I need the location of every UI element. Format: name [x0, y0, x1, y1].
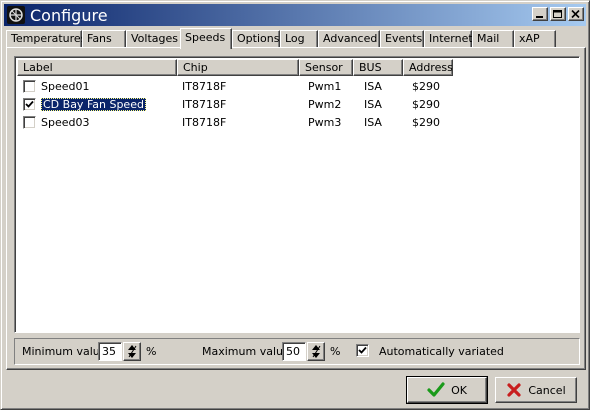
spin-arrows-icon [312, 345, 321, 358]
row-sensor: Pwm3 [308, 115, 342, 129]
speeds-tab-panel: Label Chip Sensor BUS Address Speed01 IT… [6, 47, 586, 370]
tab-label: Events [385, 32, 423, 45]
checkmark-icon [25, 100, 34, 108]
row-address: $290 [412, 79, 440, 93]
column-header-chip[interactable]: Chip [177, 59, 299, 76]
row-label: Speed01 [41, 79, 90, 93]
configure-window: Configure Temperatures Fans Voltages Spe… [0, 0, 590, 410]
list-header: Label Chip Sensor BUS Address [17, 59, 453, 76]
row-checkbox[interactable] [23, 79, 36, 93]
row-bus: ISA [364, 115, 382, 129]
maximum-percent-label: % [330, 345, 341, 358]
column-header-address[interactable]: Address [403, 59, 453, 76]
maximize-button[interactable] [550, 7, 566, 21]
row-bus: ISA [364, 79, 382, 93]
minimize-button[interactable] [532, 7, 548, 21]
tab-label: Temperatures [11, 32, 87, 45]
automatically-variated-label: Automatically variated [379, 345, 504, 358]
speed-controls: Minimum value 35 % Maximum value 50 % Au… [14, 338, 580, 365]
automatically-variated-checkbox[interactable] [356, 344, 369, 357]
list-row[interactable]: Speed01 IT8718F Pwm1 ISA $290 [17, 77, 458, 95]
maximum-value-label: Maximum value [202, 345, 290, 358]
tab-speeds[interactable]: Speeds [180, 28, 232, 49]
tab-log[interactable]: Log [280, 30, 318, 48]
speeds-list[interactable]: Label Chip Sensor BUS Address Speed01 IT… [14, 56, 580, 333]
minimum-value-spinner[interactable] [123, 342, 141, 361]
tab-internet[interactable]: Internet [424, 30, 473, 48]
tab-label: xAP [519, 32, 540, 45]
spin-arrows-icon [128, 345, 137, 358]
maximum-value-input[interactable]: 50 [282, 342, 306, 361]
tab-label: Voltages [131, 32, 178, 45]
tab-fans[interactable]: Fans [82, 30, 126, 48]
row-checkbox[interactable] [23, 97, 36, 111]
row-label: CD Bay Fan Speed [41, 97, 146, 111]
window-title: Configure [30, 5, 108, 25]
tab-label: Fans [87, 32, 112, 45]
row-sensor: Pwm1 [308, 79, 342, 93]
ok-button-label: OK [451, 383, 467, 397]
row-chip: IT8718F [182, 79, 227, 93]
tab-label: Mail [477, 32, 500, 45]
caption-buttons [530, 7, 584, 21]
title-bar[interactable]: Configure [4, 4, 586, 26]
tab-label: Options [237, 32, 280, 45]
row-sensor: Pwm2 [308, 97, 342, 111]
row-label: Speed03 [41, 115, 90, 129]
column-header-bus[interactable]: BUS [353, 59, 403, 76]
tab-label: Speeds [185, 31, 226, 44]
tab-advanced[interactable]: Advanced [318, 30, 380, 48]
cancel-button[interactable]: Cancel [495, 377, 577, 403]
tab-label: Internet [429, 32, 473, 45]
app-icon [7, 6, 25, 24]
row-chip: IT8718F [182, 115, 227, 129]
row-address: $290 [412, 115, 440, 129]
column-header-label[interactable]: Label [17, 59, 177, 76]
checkmark-icon [358, 346, 367, 354]
ok-button[interactable]: OK [406, 376, 488, 404]
tab-label: Advanced [323, 32, 378, 45]
row-bus: ISA [364, 97, 382, 111]
minimum-value-input[interactable]: 35 [98, 342, 122, 361]
row-label-cell: CD Bay Fan Speed [41, 97, 182, 111]
close-x-icon [507, 383, 521, 397]
minimum-value-label: Minimum value [22, 345, 107, 358]
tab-xap[interactable]: xAP [514, 30, 556, 48]
tab-strip: Temperatures Fans Voltages Speeds Option… [6, 28, 586, 49]
row-address: $290 [412, 97, 440, 111]
list-row[interactable]: Speed03 IT8718F Pwm3 ISA $290 [17, 113, 458, 131]
maximum-value-spinner[interactable] [307, 342, 325, 361]
checkmark-icon [427, 382, 445, 397]
tab-options[interactable]: Options [232, 30, 280, 48]
close-button[interactable] [568, 7, 584, 21]
minimum-percent-label: % [146, 345, 157, 358]
tab-voltages[interactable]: Voltages [126, 30, 182, 48]
tab-events[interactable]: Events [380, 30, 424, 48]
tab-temperatures[interactable]: Temperatures [6, 30, 86, 48]
list-row-selected[interactable]: CD Bay Fan Speed IT8718F Pwm2 ISA $290 [17, 95, 458, 113]
row-checkbox[interactable] [23, 115, 36, 129]
cancel-button-label: Cancel [528, 383, 566, 397]
tab-label: Log [285, 32, 305, 45]
column-header-sensor[interactable]: Sensor [299, 59, 353, 76]
row-chip: IT8718F [182, 97, 227, 111]
tab-mail[interactable]: Mail [472, 30, 514, 48]
